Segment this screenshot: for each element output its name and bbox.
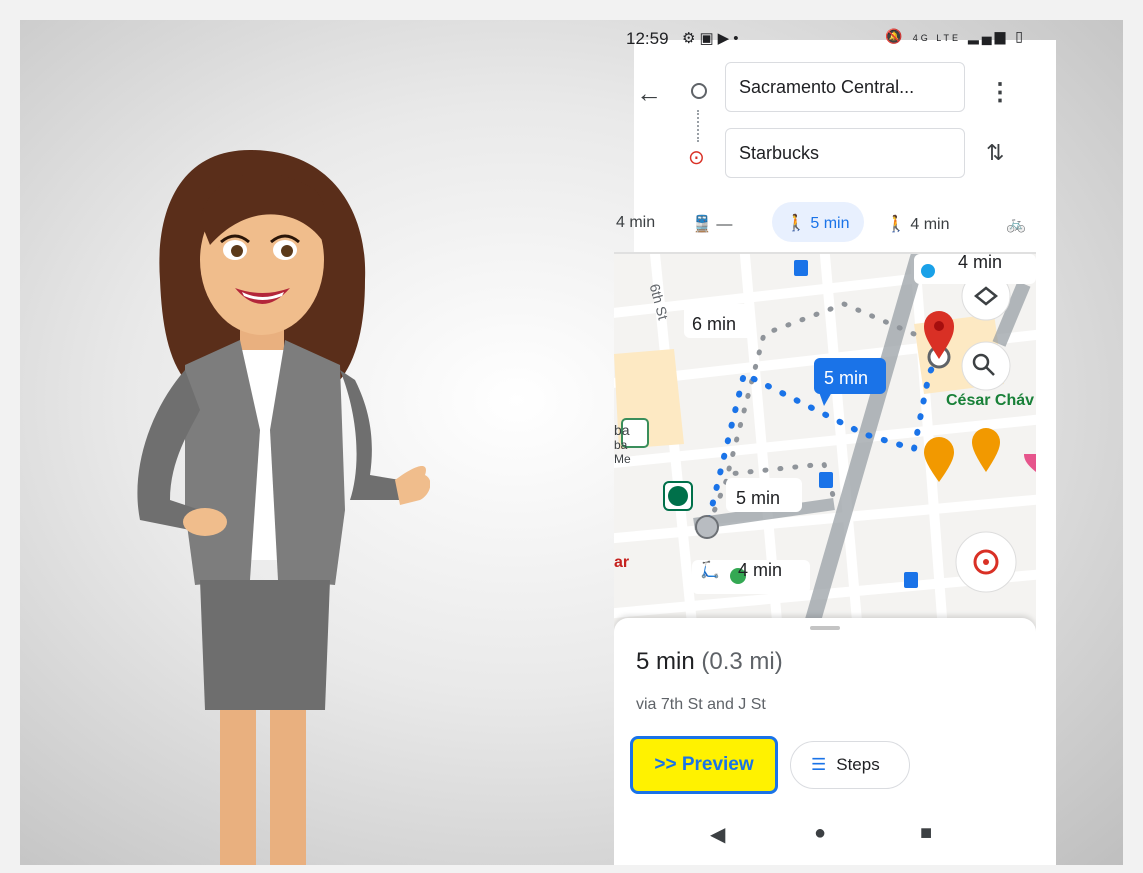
home-nav-icon[interactable]: ● <box>814 822 826 845</box>
origin-field[interactable]: Sacramento Central... <box>725 62 965 112</box>
walk-icon: 🚶 <box>786 215 806 232</box>
gmail-icon: ▣ <box>699 30 718 47</box>
dot-icon: • <box>733 30 743 47</box>
bike-icon: 🚲 <box>1006 216 1026 233</box>
route-bubble[interactable]: 6 min <box>692 314 736 335</box>
route-connector <box>697 110 701 142</box>
mute-icon: 🔕 <box>885 28 906 44</box>
gear-icon: ⚙ <box>682 30 700 47</box>
swap-directions-icon[interactable]: ⇅ <box>986 140 1004 166</box>
android-nav-bar: ◀ ● ■ <box>614 818 1036 858</box>
lte-icon: 4G LTE <box>912 33 962 43</box>
mode-drive[interactable]: 4 min <box>616 214 655 232</box>
mode-transit[interactable]: 🚆 — <box>692 214 732 234</box>
more-options-icon[interactable]: ⋮ <box>988 78 1012 107</box>
mode-walk[interactable]: 🚶 5 min <box>772 202 864 242</box>
maps-app: 12:59 ⚙▣▶• 🔕 4G LTE ▂▄▆ ▯ ← ⊙ Sacramento… <box>614 20 1036 865</box>
sheet-handle[interactable] <box>810 626 840 630</box>
route-sheet: 5 min (0.3 mi) via 7th St and J St >> Pr… <box>614 618 1036 865</box>
route-bubble[interactable]: 5 min <box>736 488 780 509</box>
map-partial-label: Me <box>614 452 631 466</box>
mode-ride[interactable]: 🚶 4 min <box>886 214 950 234</box>
route-bubble-scooter[interactable]: 4 min <box>738 560 782 581</box>
preview-button[interactable]: >> Preview <box>630 736 778 794</box>
map-poi-label: César Cháv <box>946 392 1035 409</box>
origin-dot-icon <box>691 83 707 99</box>
status-time: 12:59 <box>626 29 669 48</box>
back-arrow-icon[interactable]: ← <box>636 78 662 109</box>
steps-button[interactable]: ☰ Steps <box>790 741 910 789</box>
route-bubble-selected[interactable]: 5 min <box>824 368 868 389</box>
status-left-icons: ⚙▣▶• <box>682 29 742 47</box>
ride-icon: 🚶 <box>886 216 906 233</box>
destination-field[interactable]: Starbucks <box>725 128 965 178</box>
recenter-icon[interactable] <box>956 532 1016 592</box>
mode-bike[interactable]: 🚲 <box>1006 214 1026 234</box>
status-right-icons: 🔕 4G LTE ▂▄▆ ▯ <box>885 28 1026 45</box>
presenter-illustration <box>137 150 430 865</box>
battery-icon: ▯ <box>1015 28 1026 44</box>
status-bar: 12:59 ⚙▣▶• 🔕 4G LTE ▂▄▆ ▯ <box>614 20 1036 60</box>
back-nav-icon[interactable]: ◀ <box>710 822 725 847</box>
search-map-icon[interactable] <box>962 342 1010 390</box>
scooter-icon: 🛴 <box>700 562 720 579</box>
map-partial-label: ba <box>614 422 630 438</box>
recents-nav-icon[interactable]: ■ <box>920 822 932 845</box>
travel-mode-bar: 4 min 🚆 — 🚶 5 min 🚶 4 min 🚲 <box>614 202 1036 254</box>
signal-icon: ▂▄▆ <box>967 28 1009 44</box>
transit-icon: 🚆 <box>692 216 712 233</box>
map-partial-label: ba <box>614 438 628 452</box>
youtube-icon: ▶ <box>717 30 734 47</box>
route-duration: 5 min (0.3 mi) <box>636 648 783 675</box>
map-partial-label: ar <box>614 554 630 571</box>
destination-pin-icon: ⊙ <box>688 147 705 169</box>
list-icon: ☰ <box>811 755 827 774</box>
route-via: via 7th St and J St <box>636 696 766 713</box>
route-bubble-scooter[interactable]: 4 min <box>958 252 1002 273</box>
